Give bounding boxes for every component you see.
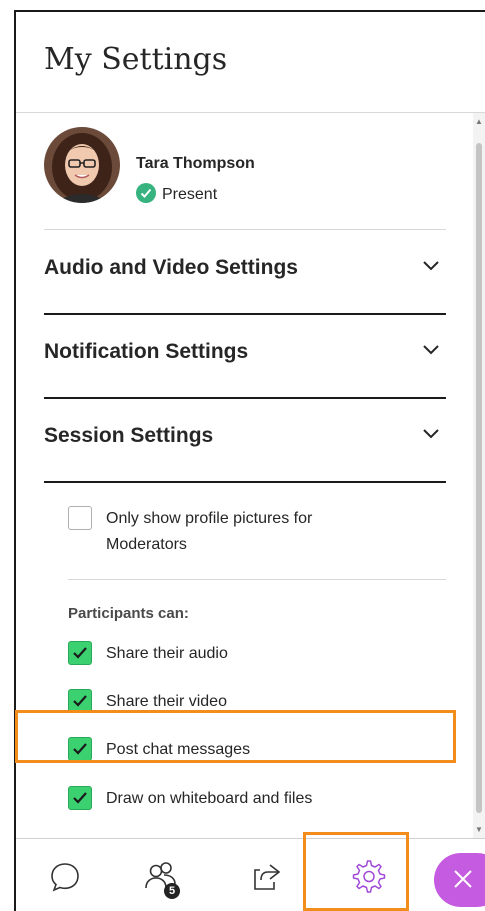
- status-label: Present: [162, 186, 218, 204]
- draw-whiteboard-checkbox[interactable]: [68, 786, 92, 810]
- checkmark-icon: [73, 792, 87, 804]
- divider: [44, 481, 446, 483]
- scroll-down-arrow-icon[interactable]: ▼: [475, 825, 483, 834]
- share-audio-checkbox[interactable]: [68, 641, 92, 665]
- chevron-down-icon: [423, 345, 439, 355]
- scroll-up-arrow-icon[interactable]: ▲: [475, 117, 483, 126]
- attendee-count-badge: 5: [164, 883, 180, 899]
- scrollbar-thumb[interactable]: [476, 143, 482, 813]
- checkbox-label: Only show profile pictures for Moderator…: [106, 510, 313, 553]
- user-name: Tara Thompson: [136, 155, 255, 172]
- post-chat-highlight: [15, 710, 456, 763]
- close-icon: [454, 870, 472, 888]
- checkbox-label: Share their audio: [106, 645, 228, 662]
- participants-heading: Participants can:: [68, 605, 189, 622]
- tab-chat[interactable]: [30, 839, 100, 911]
- chevron-down-icon: [423, 261, 439, 271]
- scrollbar[interactable]: ▲ ▼: [473, 113, 485, 838]
- close-panel-button[interactable]: [434, 853, 485, 907]
- section-label: Session Settings: [44, 424, 214, 447]
- bottom-tab-bar: 5: [16, 838, 485, 911]
- present-check-icon: [136, 183, 156, 203]
- panel-title: My Settings: [44, 42, 228, 77]
- settings-tab-highlight: [303, 832, 409, 911]
- tab-share-content[interactable]: [232, 839, 302, 911]
- user-status: Present: [136, 183, 218, 205]
- permission-draw-whiteboard[interactable]: Draw on whiteboard and files: [68, 786, 312, 812]
- section-session-settings[interactable]: Session Settings: [44, 398, 446, 478]
- user-info: Tara Thompson Present: [44, 127, 454, 207]
- tab-attendees[interactable]: 5: [126, 839, 196, 911]
- avatar: [44, 127, 120, 203]
- checkbox-label: Draw on whiteboard and files: [106, 790, 313, 807]
- profile-pictures-option[interactable]: Only show profile pictures for Moderator…: [68, 506, 368, 558]
- section-audio-video-settings[interactable]: Audio and Video Settings: [44, 230, 446, 310]
- profile-pictures-checkbox[interactable]: [68, 506, 92, 530]
- section-label: Notification Settings: [44, 340, 249, 363]
- section-notification-settings[interactable]: Notification Settings: [44, 314, 446, 394]
- chevron-down-icon: [423, 429, 439, 439]
- chat-bubble-icon: [51, 862, 79, 891]
- share-icon: [254, 863, 281, 890]
- checkmark-icon: [73, 647, 87, 659]
- divider: [68, 579, 446, 580]
- settings-panel: My Settings ▲ ▼ Tara Thompson Present Au…: [14, 10, 485, 911]
- panel-header: My Settings: [16, 12, 485, 113]
- permission-share-audio[interactable]: Share their audio: [68, 641, 228, 667]
- checkmark-icon: [73, 695, 87, 707]
- section-label: Audio and Video Settings: [44, 256, 298, 279]
